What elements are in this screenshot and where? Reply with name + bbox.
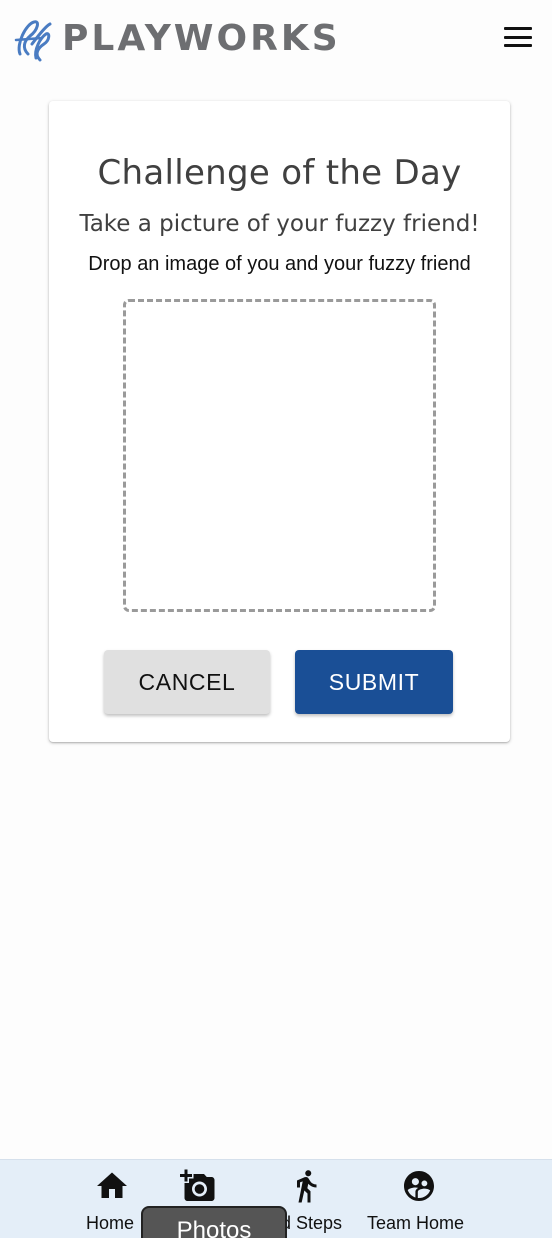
challenge-card: Challenge of the Day Take a picture of y… [49, 101, 510, 742]
challenge-subtitle: Take a picture of your fuzzy friend! [79, 211, 480, 237]
walking-person-icon [297, 1170, 317, 1203]
hamburger-menu-icon[interactable] [502, 24, 534, 50]
brand-logo[interactable]: PLAYWORKS [12, 14, 341, 64]
photos-tooltip: Photos [141, 1206, 287, 1238]
image-dropzone[interactable] [123, 299, 436, 612]
cancel-button[interactable]: CANCEL [104, 650, 270, 714]
nav-label-add-steps: d Steps [281, 1213, 343, 1233]
nav-label-team-home: Team Home [367, 1213, 465, 1233]
challenge-title: Challenge of the Day [97, 153, 462, 193]
brand-name: PLAYWORKS [62, 18, 341, 59]
add-photo-icon [180, 1169, 215, 1201]
nav-item-home[interactable]: Home [84, 1160, 140, 1238]
app-header: PLAYWORKS [0, 0, 552, 80]
playworks-logo-icon [14, 20, 52, 62]
submit-button[interactable]: SUBMIT [295, 650, 453, 714]
nav-item-team-home[interactable]: Team Home [366, 1160, 472, 1238]
team-icon [404, 1171, 434, 1201]
nav-item-add-steps[interactable]: d Steps [281, 1160, 354, 1238]
home-icon [97, 1172, 127, 1198]
nav-label-home: Home [86, 1213, 135, 1233]
page: PLAYWORKS Challenge of the Day Take a pi… [0, 0, 552, 1238]
dropzone-instruction: Drop an image of you and your fuzzy frie… [88, 253, 471, 275]
